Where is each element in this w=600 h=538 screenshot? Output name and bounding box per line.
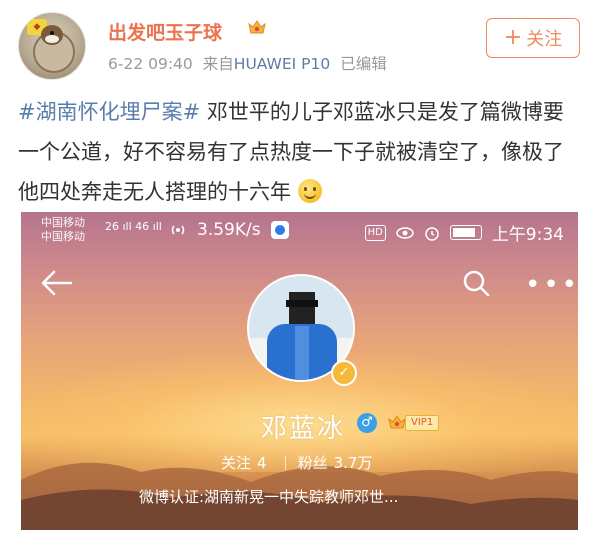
topic-link[interactable]: #湖南怀化埋尸案# (18, 100, 200, 124)
more-icon[interactable]: ••• (525, 272, 578, 298)
follow-label: 关注 (526, 29, 563, 50)
bird-cheek (45, 35, 59, 43)
crown-icon (248, 20, 266, 34)
back-arrow-icon[interactable] (39, 268, 73, 298)
follow-button[interactable]: + 关注 (486, 18, 580, 58)
hd-icon: HD (364, 224, 386, 241)
stats-divider (284, 456, 286, 470)
signal-1: 26 ıll (105, 220, 132, 233)
signal-2: 46 ıll (135, 220, 162, 233)
battery-icon (449, 225, 482, 240)
vip-label: VIP1 (405, 415, 440, 431)
post-meta: 6-22 09:40 来自HUAWEI P10 已编辑 (108, 52, 397, 74)
gender-icon: ♂ (357, 413, 377, 433)
device-link[interactable]: HUAWEI P10 (234, 55, 330, 73)
avatar-stripe (295, 326, 309, 380)
avatar-face (286, 292, 318, 324)
signal-indicators: 26 ıll 46 ıll (105, 220, 162, 233)
followers-count[interactable]: 3.7万 (334, 454, 373, 472)
smile-emoji-icon (297, 179, 322, 203)
vip-icon: VIP1 (387, 412, 443, 432)
carrier-labels: 中国移动 中国移动 (41, 216, 85, 244)
verification-text: 微博认证:湖南新晃一中失踪教师邓世... (139, 488, 399, 506)
status-right: HD 上午9:34 (364, 220, 564, 245)
carrier-1: 中国移动 (41, 216, 85, 229)
eye-icon (396, 226, 414, 239)
post-date: 6-22 09:40 (108, 55, 193, 73)
source-prefix: 来自 (202, 55, 234, 73)
user-avatar[interactable]: ◆ (18, 12, 86, 80)
alarm-icon (425, 226, 439, 241)
post-text: #湖南怀化埋尸案# 邓世平的儿子邓蓝冰只是发了篇微博要一个公道，好不容易有了点热… (18, 92, 584, 212)
following-label[interactable]: 关注 (221, 454, 251, 472)
followers-label[interactable]: 粉丝 (298, 454, 328, 472)
app-notification-icon (271, 221, 289, 239)
network-speed: 3.59K/s (197, 220, 261, 240)
bird-eye (50, 31, 54, 35)
carrier-2: 中国移动 (41, 230, 85, 243)
profile-stats: 关注 4 粉丝 3.7万 (221, 452, 378, 473)
verified-icon: ✓ (331, 360, 357, 386)
edited-label: 已编辑 (340, 55, 387, 73)
status-time: 上午9:34 (491, 225, 564, 245)
embedded-screenshot[interactable]: 中国移动 中国移动 26 ıll 46 ıll 3.59K/s HD 上午9:3… (21, 212, 578, 530)
username[interactable]: 出发吧玉子球 (108, 18, 222, 45)
search-icon[interactable] (461, 268, 491, 298)
vip-crown-icon (388, 415, 406, 429)
profile-name: 邓蓝冰 (261, 414, 346, 444)
following-count[interactable]: 4 (257, 454, 267, 472)
plus-icon: + (503, 25, 523, 50)
status-bar: 中国移动 中国移动 26 ıll 46 ıll 3.59K/s HD 上午9:3… (21, 212, 578, 248)
wifi-hotspot-icon (171, 225, 185, 235)
